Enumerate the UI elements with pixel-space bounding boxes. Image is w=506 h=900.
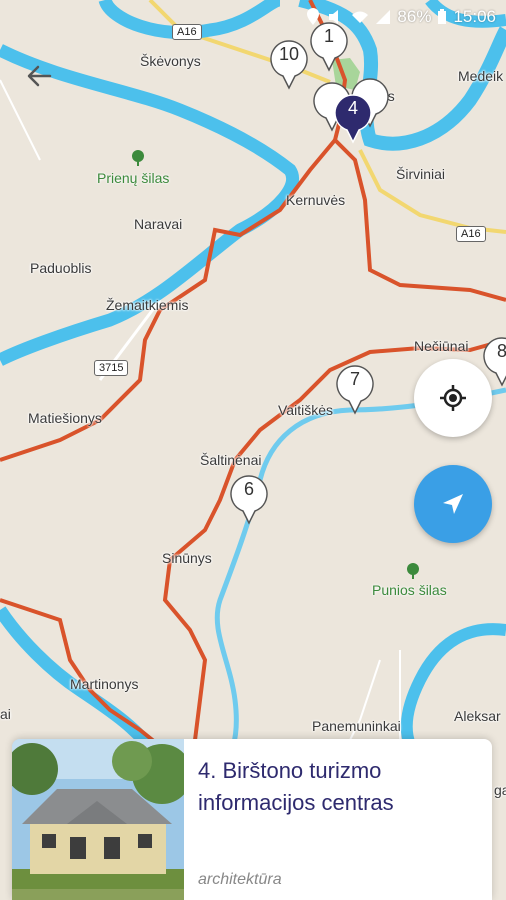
clock: 15:06: [453, 7, 496, 26]
place-label: Sinūnys: [162, 550, 212, 566]
battery-percent: 86%: [397, 7, 432, 26]
place-label: Aleksar: [454, 708, 501, 724]
navigation-arrow-icon: [443, 494, 463, 514]
poi-category: architektūra: [198, 871, 282, 888]
place-label: ga: [494, 782, 506, 798]
place-label: Naravai: [134, 216, 183, 232]
place-label: Matiešionys: [28, 410, 102, 426]
location-icon: [307, 8, 320, 25]
road-shield-a16-east: A16: [456, 226, 486, 242]
place-label: Vaitiškės: [278, 402, 333, 418]
poi-title: 4. Birštono turizmo informacijos centras: [198, 758, 394, 815]
my-location-button[interactable]: [414, 359, 492, 437]
status-bar: 86% 15:06: [256, 0, 506, 34]
battery-icon: [438, 9, 447, 24]
signal-icon: [376, 10, 391, 24]
wifi-icon: [352, 11, 369, 23]
road-shield-a16: A16: [172, 24, 202, 40]
arrow-left-icon: [27, 65, 52, 87]
marker-number: 8: [496, 341, 506, 361]
poi-info-card[interactable]: 4. Birštono turizmo informacijos centras…: [12, 739, 492, 900]
place-label: Nečiūnai: [414, 338, 469, 354]
marker-number: 6: [243, 479, 254, 499]
place-label: ai: [0, 706, 11, 722]
poi-marker[interactable]: 7: [335, 365, 375, 415]
place-label: Paduoblis: [30, 260, 92, 276]
forest-label: Punios šilas: [372, 582, 447, 598]
place-label: Martinonys: [70, 676, 139, 692]
navigate-button[interactable]: [414, 465, 492, 543]
back-button[interactable]: [22, 58, 58, 94]
poi-marker[interactable]: 10: [269, 40, 309, 90]
place-label: Širviniai: [396, 166, 446, 182]
tree-icon: [407, 563, 419, 579]
crosshair-icon: [440, 385, 466, 411]
poi-photo: [12, 739, 184, 900]
place-label: Kernuvės: [286, 192, 346, 208]
marker-number: 7: [349, 369, 360, 389]
marker-number: 4: [347, 98, 358, 118]
marker-number: 10: [278, 44, 300, 64]
poi-marker[interactable]: 6: [229, 475, 269, 525]
poi-marker-active[interactable]: 4: [333, 94, 373, 144]
tree-icon: [132, 150, 144, 166]
place-label: Škėvonys: [140, 53, 201, 69]
place-label: Žemaitkiemis: [106, 297, 189, 313]
place-label: Panemuninkai: [312, 718, 401, 734]
place-label: Medeik: [458, 68, 504, 84]
place-label: Šaltinėnai: [200, 452, 262, 468]
mute-icon: [329, 10, 339, 24]
road-shield-3715: 3715: [94, 360, 129, 376]
forest-label: Prienų šilas: [97, 170, 170, 186]
